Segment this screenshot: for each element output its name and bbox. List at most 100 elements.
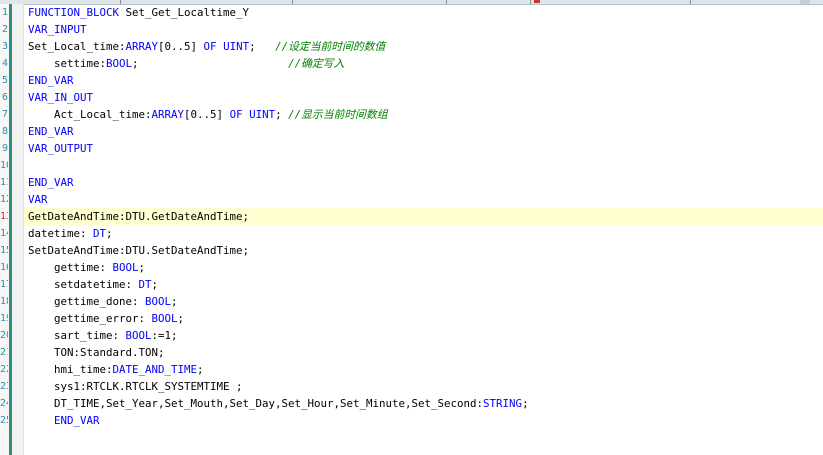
code-line[interactable]: Set_Local_time:ARRAY[0..5] OF UINT; //设定… [28,38,385,55]
line-number: 14 [0,228,8,239]
line-number: 19 [0,313,8,324]
code-line[interactable]: sys1:RTCLK.RTCLK_SYSTEMTIME ; [28,378,243,395]
code-token: ; [138,261,146,274]
line-number: 24 [0,398,8,409]
code-token: ; [197,363,204,376]
line-number: 21 [0,347,8,358]
code-line[interactable]: END_VAR [28,72,74,89]
code-line[interactable]: END_VAR [28,123,74,140]
keyword-token: DATE_AND_TIME [112,363,198,376]
code-line[interactable]: setdatetime: DT; [28,276,158,293]
line-number: 1 [1,7,8,18]
code-token: ; [177,312,185,325]
code-line[interactable]: VAR_INPUT [28,21,87,38]
line-number: 13 [0,211,8,222]
code-line[interactable]: DT_TIME,Set_Year,Set_Mouth,Set_Day,Set_H… [28,395,529,412]
code-line[interactable]: gettime_error: BOOL; [28,310,184,327]
line-number: 9 [1,143,8,154]
tab-separator [446,0,447,4]
code-token: gettime_error: [54,312,152,325]
code-token: Set_Get_Localtime_Y [119,6,250,19]
keyword-token: STRING [483,397,523,410]
code-line[interactable]: hmi_time:DATE_AND_TIME; [28,361,204,378]
line-number: 25 [0,415,8,426]
keyword-token: VAR_OUTPUT [28,142,94,155]
code-token: Act_Local_time: [54,108,152,121]
code-token: DT_TIME,Set_Year,Set_Mouth,Set_Day,Set_H… [54,397,484,410]
code-line[interactable]: END_VAR [28,412,100,429]
keyword-token: VAR [28,193,48,206]
line-number: 4 [1,58,8,69]
code-token: ; [522,397,529,410]
code-line[interactable]: GetDateAndTime:DTU.GetDateAndTime; [24,208,823,225]
line-number: 7 [1,109,8,120]
keyword-token: BOOL [125,329,152,342]
code-token: settime: [54,57,107,70]
code-line[interactable]: SetDateAndTime:DTU.SetDateAndTime; [28,242,249,259]
code-token: gettime_done: [54,295,146,308]
code-line[interactable]: VAR_IN_OUT [28,89,93,106]
keyword-token: FUNCTION_BLOCK [28,6,120,19]
code-line[interactable]: END_VAR [28,174,74,191]
line-number: 22 [0,364,8,375]
code-line[interactable]: datetime: DT; [28,225,113,242]
line-number: 12 [0,194,8,205]
code-token: Set_Local_time: [28,40,126,53]
gutter-divider [23,4,24,455]
code-token: ; [275,108,289,121]
code-token: datetime: [28,227,94,240]
code-token: GetDateAndTime:DTU.GetDateAndTime; [28,210,250,223]
keyword-token: ARRAY [151,108,185,121]
code-line[interactable]: gettime: BOOL; [28,259,145,276]
line-number: 8 [1,126,8,137]
keyword-token: BOOL [112,261,139,274]
tab-separator [292,0,293,4]
code-token: sart_time: [54,329,126,342]
code-line[interactable]: FUNCTION_BLOCK Set_Get_Localtime_Y [28,4,249,21]
code-line[interactable]: VAR [28,191,48,208]
code-token: [0..5] [158,40,204,53]
keyword-token: ARRAY [125,40,159,53]
line-number: 3 [1,41,8,52]
code-line[interactable]: Act_Local_time:ARRAY[0..5] OF UINT; //显示… [28,106,388,123]
keyword-token: END_VAR [28,125,74,138]
comment-token: //设定当前时间的数值 [275,40,386,53]
tab-scroll-arrow-icon[interactable] [800,0,810,4]
line-number: 2 [1,24,8,35]
line-number: 15 [0,245,8,256]
code-token: sys1:RTCLK.RTCLK_SYSTEMTIME ; [54,380,243,393]
code-token: ; [171,295,178,308]
code-token: gettime: [54,261,113,274]
keyword-token: OF [203,40,217,53]
keyword-token: UINT [223,40,250,53]
line-number: 16 [0,262,8,273]
code-token: [0..5] [184,108,230,121]
code-token: TON:Standard.TON; [54,346,165,359]
code-line[interactable]: VAR_OUTPUT [28,140,93,157]
keyword-token: BOOL [151,312,178,325]
code-line[interactable]: TON:Standard.TON; [28,344,165,361]
comment-token: //显示当前时间数组 [288,108,388,121]
code-line[interactable]: gettime_done: BOOL; [28,293,178,310]
comment-token: //确定写入 [288,57,345,70]
tab-icon [534,0,540,3]
code-token: setdatetime: [54,278,139,291]
line-number: 5 [1,75,8,86]
keyword-token: DT [93,227,107,240]
keyword-token: END_VAR [28,176,74,189]
line-number: 18 [0,296,8,307]
line-number: 11 [0,177,8,188]
fold-bar[interactable] [9,4,12,455]
code-line[interactable]: sart_time: BOOL:=1; [28,327,178,344]
code-line[interactable]: settime:BOOL; //确定写入 [28,55,344,72]
